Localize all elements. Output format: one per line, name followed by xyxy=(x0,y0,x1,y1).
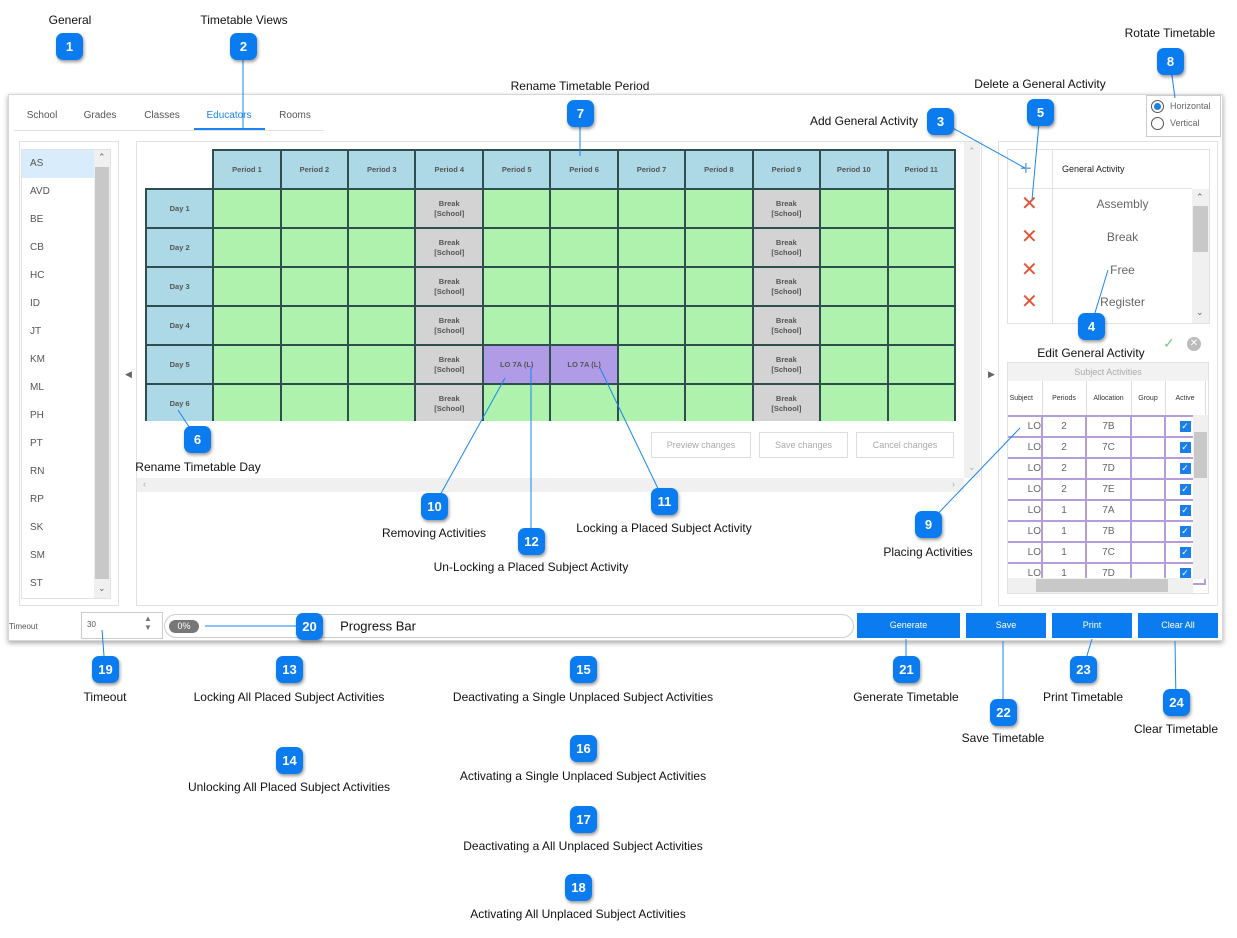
callout-badge-16: 16 xyxy=(570,735,597,762)
callout-label: Rotate Timetable xyxy=(1124,26,1216,40)
callout-badge-13: 13 xyxy=(276,656,303,683)
callout-label: Progress Bar xyxy=(340,618,416,634)
callout-badge-19: 19 xyxy=(92,656,119,683)
callout-label: Activating a Single Unplaced Subject Act… xyxy=(459,769,707,783)
callout-badge-24: 24 xyxy=(1163,689,1190,716)
callout-badge-21: 21 xyxy=(893,656,920,683)
callout-label: Placing Activities xyxy=(883,545,973,559)
callout-badge-20: 20 xyxy=(296,613,323,640)
callout-badge-12: 12 xyxy=(518,528,545,555)
callout-label: Removing Activities xyxy=(381,526,487,540)
callout-badge-9: 9 xyxy=(915,511,942,538)
callout-label: Activating All Unplaced Subject Activiti… xyxy=(470,907,686,921)
callout-label: Timetable Views xyxy=(200,13,288,27)
callout-label: Delete a General Activity xyxy=(974,77,1106,91)
callout-label: Rename Timetable Period xyxy=(510,79,650,93)
callout-label: Save Timetable xyxy=(961,731,1045,745)
connector-line xyxy=(927,427,1021,525)
callout-badge-3: 3 xyxy=(927,108,954,135)
callout-label: General xyxy=(48,13,92,27)
callout-badge-8: 8 xyxy=(1157,48,1184,75)
callout-label: Locking All Placed Subject Activities xyxy=(193,690,385,704)
callout-label: Edit General Activity xyxy=(1037,346,1145,360)
callout-label: Rename Timetable Day xyxy=(135,460,261,474)
callout-label: Deactivating a Single Unplaced Subject A… xyxy=(452,690,714,704)
callout-label: Locking a Placed Subject Activity xyxy=(576,521,752,535)
callout-badge-14: 14 xyxy=(276,747,303,774)
callout-label: Print Timetable xyxy=(1042,690,1124,704)
callout-label: Timeout xyxy=(83,690,127,704)
callout-badge-1: 1 xyxy=(56,33,83,60)
callout-badge-22: 22 xyxy=(990,699,1017,726)
callout-badge-11: 11 xyxy=(651,488,678,515)
callout-badge-7: 7 xyxy=(567,100,594,127)
callout-label: Generate Timetable xyxy=(853,690,959,704)
callout-badge-10: 10 xyxy=(421,493,448,520)
callout-badge-4: 4 xyxy=(1078,313,1105,340)
callout-badge-18: 18 xyxy=(565,874,592,901)
callout-badge-2: 2 xyxy=(230,33,257,60)
callout-label: Deactivating a All Unplaced Subject Acti… xyxy=(463,839,703,853)
connector-line xyxy=(599,367,665,502)
connector-line xyxy=(433,377,506,507)
callout-label: Un-Locking a Placed Subject Activity xyxy=(433,560,629,574)
callout-badge-6: 6 xyxy=(184,426,211,453)
callout-badge-23: 23 xyxy=(1070,656,1097,683)
callout-label: Add General Activity xyxy=(809,114,919,128)
callout-badge-15: 15 xyxy=(570,656,597,683)
callout-badge-17: 17 xyxy=(570,806,597,833)
callout-label: Unlocking All Placed Subject Activities xyxy=(187,780,391,794)
callout-label: Clear Timetable xyxy=(1133,722,1219,736)
callout-badge-5: 5 xyxy=(1027,99,1054,126)
